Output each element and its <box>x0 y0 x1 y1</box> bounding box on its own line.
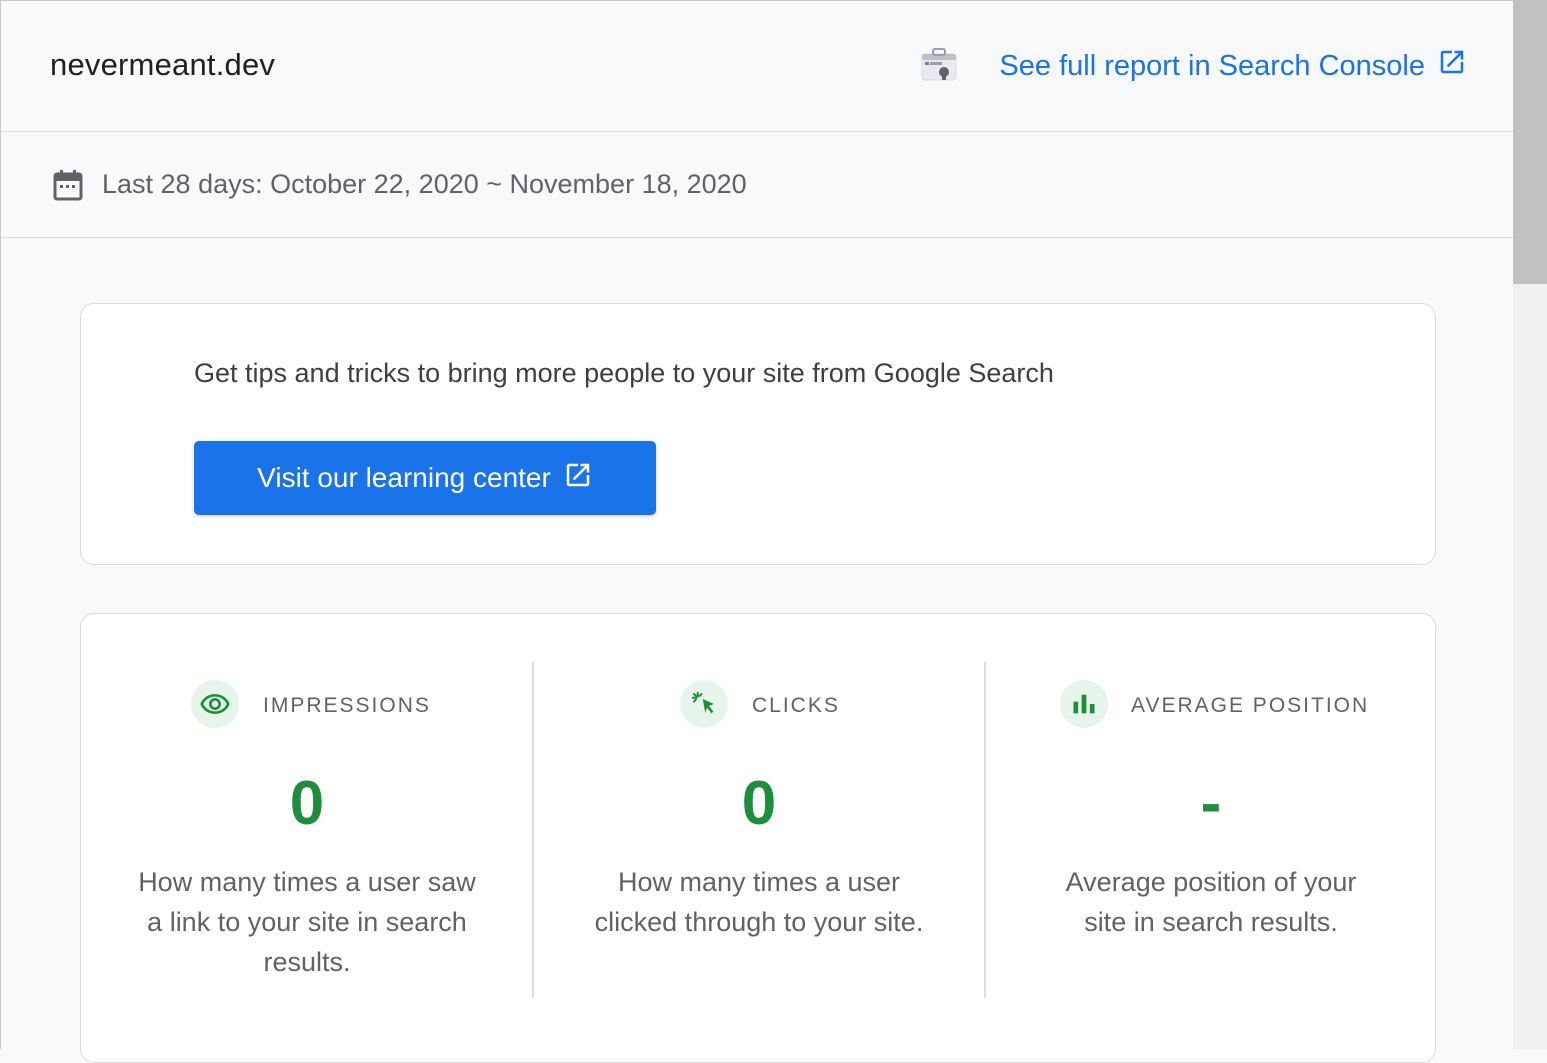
site-name: nevermeant.dev <box>50 47 276 82</box>
search-console-link[interactable]: See full report in Search Console <box>999 47 1467 85</box>
metric-description: How many times a user clicked through to… <box>594 867 924 937</box>
metric-description: Average position of your site in search … <box>1065 867 1357 937</box>
search-console-link-label: See full report in Search Console <box>999 49 1425 82</box>
page-frame: nevermeant.dev See full report in Search… <box>0 0 1513 1063</box>
bar-chart-icon <box>1060 680 1108 728</box>
metric-value: 0 <box>289 769 325 838</box>
tips-card: Get tips and tricks to bring more people… <box>80 303 1436 565</box>
open-in-new-icon <box>1437 47 1467 85</box>
metric-description: How many times a user saw a link to your… <box>138 867 476 977</box>
calendar-icon <box>53 169 83 206</box>
cursor-click-icon <box>680 680 728 728</box>
tips-text: Get tips and tricks to bring more people… <box>194 358 1054 388</box>
metric-header: IMPRESSIONS <box>81 680 533 728</box>
eye-icon <box>191 680 239 728</box>
metric-clicks: CLICKS 0 How many times a user clicked t… <box>533 662 985 1002</box>
learning-center-button-label: Visit our learning center <box>257 462 551 493</box>
site-header: nevermeant.dev See full report in Search… <box>1 1 1513 132</box>
learning-center-button[interactable]: Visit our learning center <box>194 441 656 515</box>
open-in-new-icon <box>563 460 593 497</box>
metric-value: 0 <box>741 769 777 838</box>
metric-average-position: AVERAGE POSITION - Average position of y… <box>985 662 1437 1002</box>
metric-title: AVERAGE POSITION <box>1131 694 1370 717</box>
metric-header: AVERAGE POSITION <box>985 680 1437 728</box>
metric-title: IMPRESSIONS <box>263 694 431 717</box>
vertical-scrollbar[interactable] <box>1513 0 1547 1049</box>
metric-header: CLICKS <box>533 680 985 728</box>
date-range-label: Last 28 days: October 22, 2020 ~ Novembe… <box>102 169 747 199</box>
metric-value: - <box>1200 769 1222 838</box>
metric-impressions: IMPRESSIONS 0 How many times a user saw … <box>81 662 533 1002</box>
metrics-card: IMPRESSIONS 0 How many times a user saw … <box>80 613 1436 1063</box>
metric-title: CLICKS <box>752 694 840 717</box>
scrollbar-thumb[interactable] <box>1513 0 1547 284</box>
search-console-icon <box>919 45 959 85</box>
